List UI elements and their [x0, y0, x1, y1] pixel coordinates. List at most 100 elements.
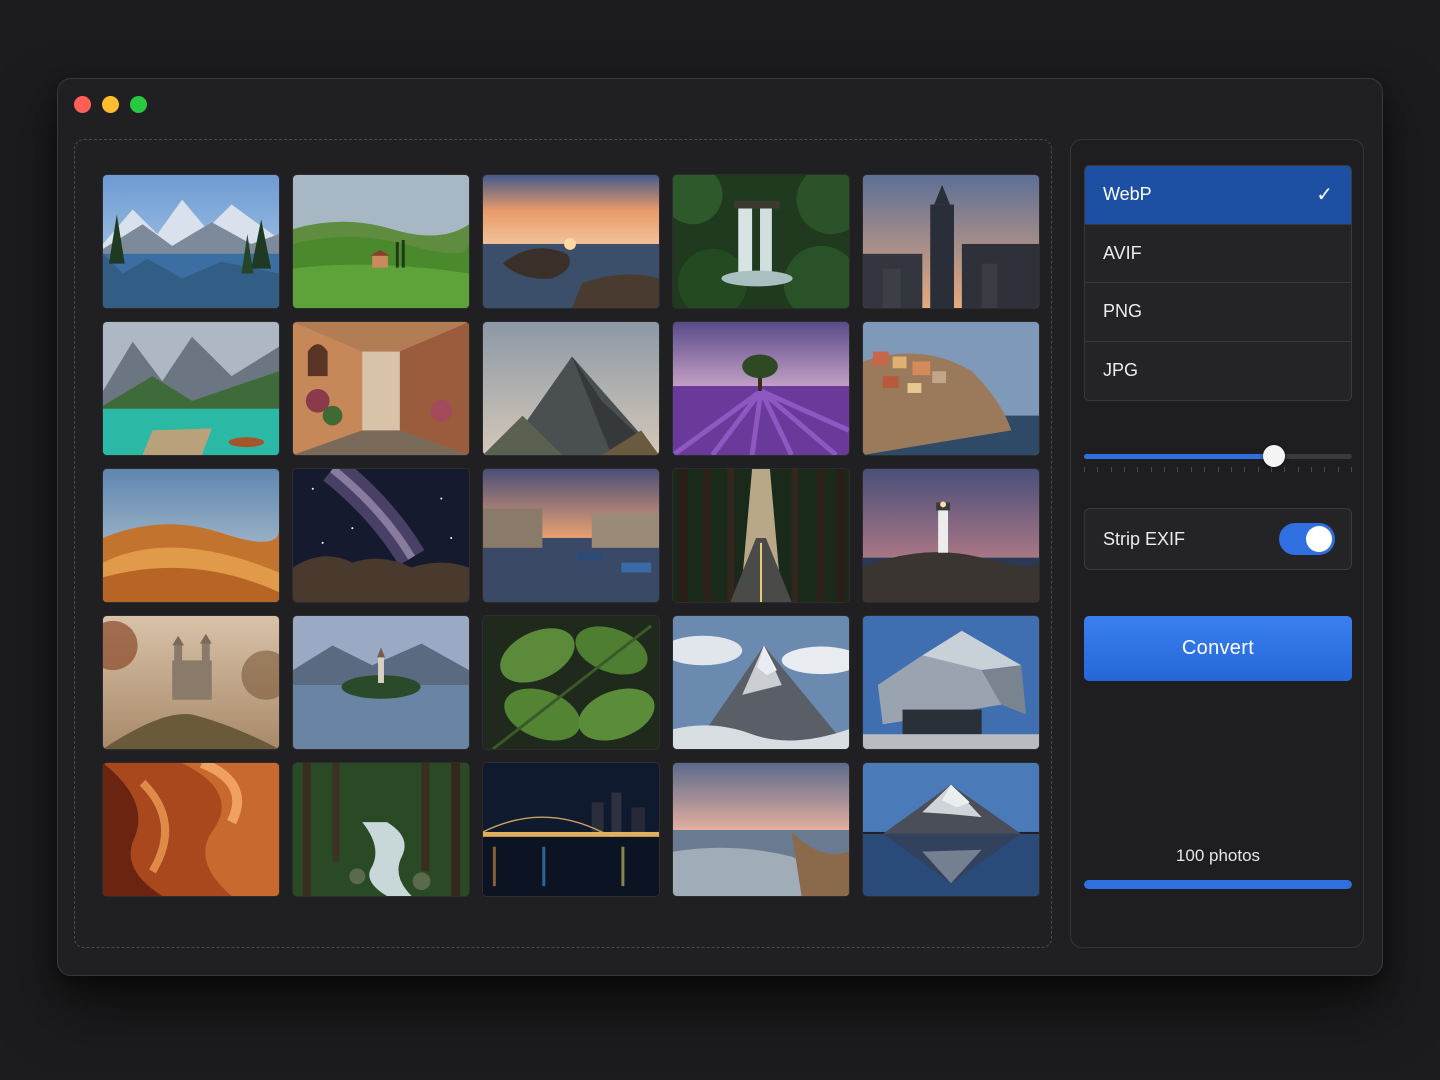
photo-image — [863, 322, 1039, 455]
photo-image — [673, 175, 849, 308]
format-label: PNG — [1103, 301, 1143, 322]
slider-tick — [1258, 467, 1259, 472]
photo-thumbnail[interactable] — [292, 321, 470, 456]
photo-image — [673, 322, 849, 455]
photo-thumbnail[interactable] — [672, 468, 850, 603]
slider-tick — [1244, 467, 1245, 472]
photo-image — [863, 175, 1039, 308]
format-list: WebP ✓ AVIF PNG JPG — [1084, 165, 1352, 401]
format-option-png[interactable]: PNG — [1085, 283, 1351, 342]
slider-tick — [1324, 467, 1325, 472]
settings-panel: WebP ✓ AVIF PNG JPG Strip EXIF Convert 1… — [1070, 139, 1364, 948]
photo-thumbnail[interactable] — [292, 174, 470, 309]
photo-thumbnail[interactable] — [482, 762, 660, 897]
photo-thumbnail[interactable] — [482, 174, 660, 309]
photo-thumbnail[interactable] — [102, 321, 280, 456]
photo-image — [483, 175, 659, 308]
photo-thumbnail[interactable] — [292, 468, 470, 603]
photo-image — [103, 322, 279, 455]
photo-thumbnail[interactable] — [672, 174, 850, 309]
photo-thumbnail[interactable] — [102, 615, 280, 750]
slider-tick — [1204, 467, 1205, 472]
format-label: AVIF — [1103, 242, 1142, 263]
photo-thumbnail[interactable] — [862, 615, 1040, 750]
format-label: JPG — [1103, 360, 1139, 381]
photo-image — [103, 469, 279, 602]
progress-bar — [1084, 880, 1352, 889]
check-icon: ✓ — [1316, 184, 1333, 207]
photo-image — [673, 763, 849, 896]
close-window-button[interactable] — [74, 96, 91, 113]
format-option-webp[interactable]: WebP ✓ — [1085, 166, 1351, 225]
zoom-window-button[interactable] — [130, 96, 147, 113]
photo-thumbnail[interactable] — [672, 615, 850, 750]
photo-count: 100 photos — [1175, 846, 1261, 865]
photo-image — [863, 763, 1039, 896]
slider-tick — [1191, 467, 1192, 472]
slider-tick — [1351, 467, 1352, 472]
photo-thumbnail[interactable] — [482, 615, 660, 750]
photo-thumbnail[interactable] — [292, 762, 470, 897]
photo-image — [483, 322, 659, 455]
slider-tick — [1151, 467, 1152, 472]
photo-thumbnail[interactable] — [862, 174, 1040, 309]
slider-tick — [1097, 467, 1098, 472]
strip-exif-label: Strip EXIF — [1103, 528, 1186, 549]
photo-image — [293, 469, 469, 602]
photo-thumbnail[interactable] — [862, 321, 1040, 456]
photo-image — [103, 616, 279, 749]
slider-tick — [1164, 467, 1165, 472]
photo-image — [293, 763, 469, 896]
photo-thumbnail[interactable] — [862, 762, 1040, 897]
photo-image — [103, 763, 279, 896]
slider-fill — [1084, 454, 1275, 459]
photo-thumbnail[interactable] — [102, 762, 280, 897]
slider-tick — [1084, 467, 1085, 472]
format-option-jpg[interactable]: JPG — [1085, 342, 1351, 401]
photo-image — [863, 616, 1039, 749]
strip-exif-toggle[interactable] — [1279, 523, 1335, 555]
photo-image — [103, 175, 279, 308]
slider-tick — [1231, 467, 1232, 472]
photo-image — [293, 616, 469, 749]
photo-image — [293, 175, 469, 308]
photo-grid — [102, 174, 1040, 897]
slider-tick — [1311, 467, 1312, 472]
format-label: WebP — [1103, 184, 1152, 205]
photo-thumbnail[interactable] — [102, 174, 280, 309]
slider-tick — [1124, 467, 1125, 472]
photo-image — [863, 469, 1039, 602]
slider-tick — [1338, 467, 1339, 472]
photo-image — [293, 322, 469, 455]
window-controls — [74, 96, 147, 113]
slider-tick — [1218, 467, 1219, 472]
slider-tick — [1298, 467, 1299, 472]
photo-image — [483, 469, 659, 602]
photo-thumbnail[interactable] — [482, 468, 660, 603]
photo-thumbnail[interactable] — [672, 762, 850, 897]
photo-image — [673, 616, 849, 749]
photo-image — [483, 616, 659, 749]
minimize-window-button[interactable] — [102, 96, 119, 113]
slider-ticks — [1084, 467, 1352, 473]
photo-drop-zone[interactable] — [74, 139, 1052, 948]
quality-slider[interactable] — [1084, 443, 1352, 473]
slider-tick — [1111, 467, 1112, 472]
photo-thumbnail[interactable] — [482, 321, 660, 456]
slider-tick — [1284, 467, 1285, 472]
slider-tick — [1177, 467, 1178, 472]
photo-thumbnail[interactable] — [672, 321, 850, 456]
photo-image — [483, 763, 659, 896]
photo-image — [673, 469, 849, 602]
convert-button[interactable]: Convert — [1084, 616, 1352, 681]
progress-fill — [1084, 880, 1352, 889]
slider-tick — [1137, 467, 1138, 472]
photo-thumbnail[interactable] — [862, 468, 1040, 603]
photo-thumbnail[interactable] — [102, 468, 280, 603]
slider-handle[interactable] — [1263, 445, 1286, 467]
strip-exif-row: Strip EXIF — [1084, 508, 1352, 570]
format-option-avif[interactable]: AVIF — [1085, 225, 1351, 283]
slider-tick — [1271, 467, 1272, 472]
photo-thumbnail[interactable] — [292, 615, 470, 750]
toggle-knob — [1306, 526, 1332, 552]
